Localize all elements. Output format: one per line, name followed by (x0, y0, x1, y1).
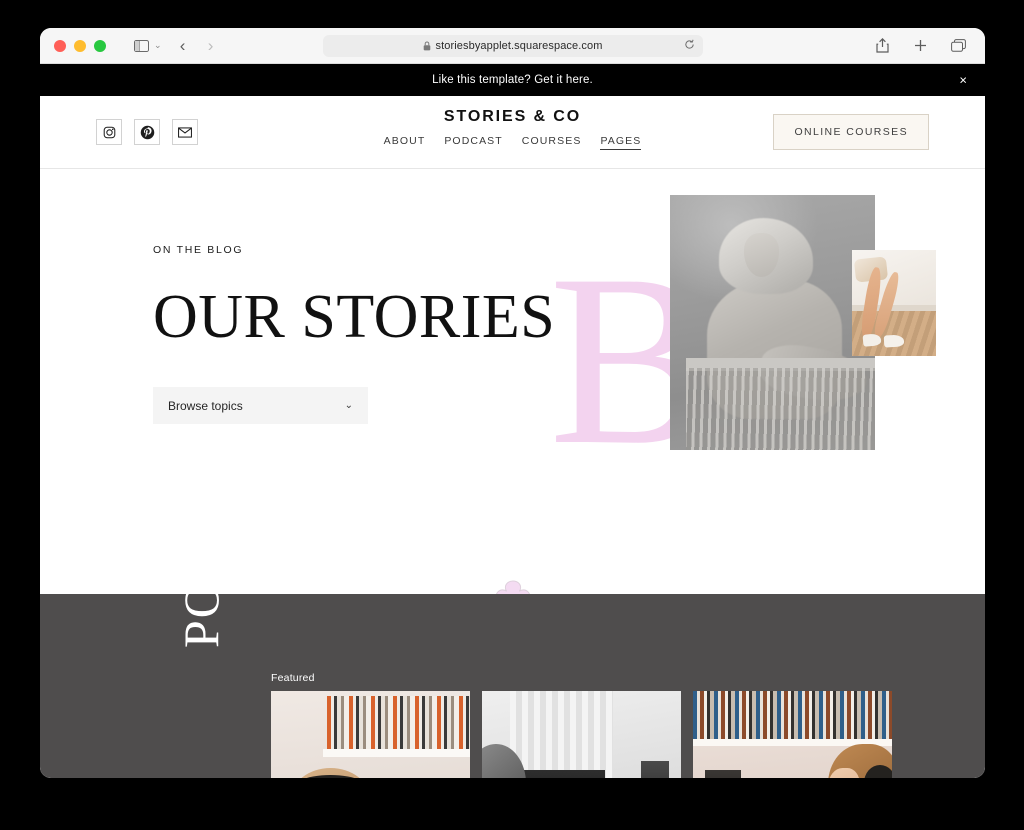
browser-toolbar: ⌄ ‹ › storiesbyapplet.squarespace.com (40, 28, 985, 64)
safari-browser-window: ⌄ ‹ › storiesbyapplet.squarespace.com Li… (40, 28, 985, 778)
forward-button[interactable]: › (198, 34, 224, 58)
nav-item-about[interactable]: ABOUT (384, 135, 426, 150)
chevron-down-icon: ⌄ (344, 400, 353, 411)
featured-card-3[interactable] (693, 691, 892, 778)
browse-topics-select[interactable]: Browse topics ⌄ (153, 387, 368, 424)
promo-banner-text: Like this template? Get it here. (432, 74, 593, 86)
back-button[interactable]: ‹ (170, 34, 196, 58)
site-header: STORIES & CO ABOUT PODCAST COURSES PAGES… (40, 96, 985, 169)
toolbar-right-actions (869, 34, 971, 58)
online-courses-button[interactable]: ONLINE COURSES (773, 114, 929, 150)
minimize-window-button[interactable] (74, 39, 86, 52)
nav-item-pages[interactable]: PAGES (600, 135, 642, 150)
featured-label: Featured (271, 672, 315, 684)
card2-curtain (509, 691, 614, 778)
card2-speaker (641, 760, 670, 778)
hero-inset-photo (852, 250, 936, 356)
card3-books (693, 691, 892, 739)
lock-icon (423, 41, 430, 50)
featured-card-1[interactable] (271, 691, 470, 778)
main-navigation: ABOUT PODCAST COURSES PAGES (384, 135, 642, 150)
reload-icon[interactable] (684, 37, 695, 55)
web-page-content: Like this template? Get it here. × STORI… (40, 64, 985, 778)
nav-item-courses[interactable]: COURSES (522, 135, 582, 150)
featured-cards (271, 691, 892, 778)
sidebar-toggle-icon[interactable] (128, 34, 154, 58)
desktop-background: ⌄ ‹ › storiesbyapplet.squarespace.com Li… (0, 0, 1024, 830)
promo-banner: Like this template? Get it here. × (40, 64, 985, 96)
plus-icon[interactable] (907, 34, 933, 58)
clover-divider-icon (495, 580, 530, 594)
featured-podcast-section: PODCAST Featured (40, 594, 985, 778)
address-bar[interactable]: storiesbyapplet.squarespace.com (322, 34, 703, 57)
card1-books (326, 695, 470, 749)
inset-shoe-right (883, 334, 905, 347)
maximize-window-button[interactable] (94, 39, 106, 52)
promo-banner-close-button[interactable]: × (959, 74, 967, 87)
address-bar-content: storiesbyapplet.squarespace.com (423, 40, 603, 52)
email-icon[interactable] (172, 119, 198, 145)
photo-face (743, 233, 779, 277)
photo-railing (686, 368, 875, 450)
podcast-vertical-title: PODCAST (172, 594, 230, 648)
hero-main-photo (670, 195, 875, 450)
close-window-button[interactable] (54, 39, 66, 52)
social-links (96, 119, 198, 145)
pinterest-icon[interactable] (134, 119, 160, 145)
hero-eyebrow: ON THE BLOG (153, 244, 244, 256)
instagram-icon[interactable] (96, 119, 122, 145)
share-icon[interactable] (869, 34, 895, 58)
site-logo[interactable]: STORIES & CO (444, 108, 581, 126)
card3-speaker (704, 770, 741, 778)
sidebar-chevron-down-icon[interactable]: ⌄ (154, 40, 162, 51)
address-bar-container: storiesbyapplet.squarespace.com (322, 34, 703, 57)
tab-overview-icon[interactable] (945, 34, 971, 58)
hero-artwork: B (545, 169, 985, 594)
card1-shelf-board (322, 748, 470, 757)
hero-copy: ON THE BLOG OUR STORIES Browse topics ⌄ (153, 244, 556, 424)
toolbar-nav-group: ⌄ ‹ › (128, 34, 224, 58)
card2-monitor (517, 770, 606, 778)
page-title: OUR STORIES (153, 283, 556, 351)
featured-card-2[interactable] (482, 691, 681, 778)
browse-topics-label: Browse topics (168, 398, 243, 413)
window-traffic-lights (54, 39, 106, 52)
nav-item-podcast[interactable]: PODCAST (444, 135, 502, 150)
url-text: storiesbyapplet.squarespace.com (435, 39, 603, 52)
hero-section: ON THE BLOG OUR STORIES Browse topics ⌄ … (40, 169, 985, 594)
